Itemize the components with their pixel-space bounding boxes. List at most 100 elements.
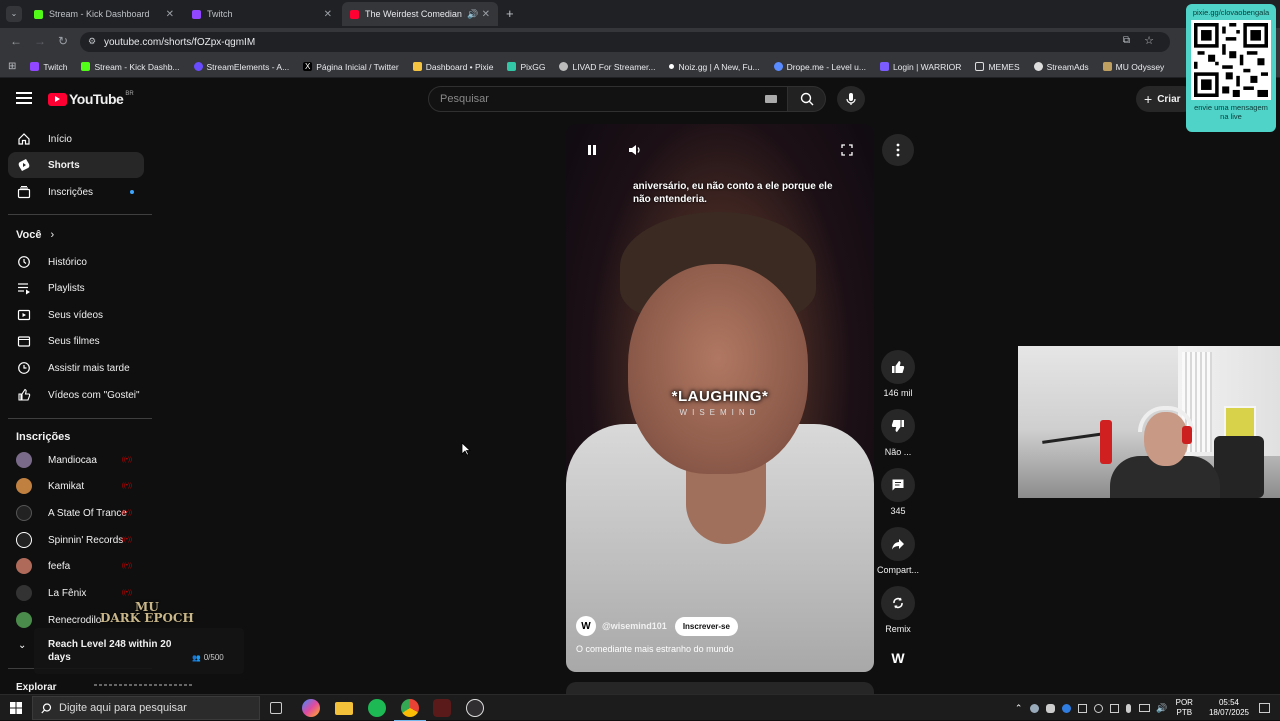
taskbar-search-input[interactable]: Digite aqui para pesquisar	[32, 696, 260, 720]
tray-overflow-icon[interactable]: ⌃	[1015, 703, 1023, 714]
dislike-action[interactable]: Não ...	[876, 409, 920, 457]
system-tray: ⌃ 🔊 POR PTB 05:54 18/07/2025	[1015, 695, 1280, 721]
bookmark-item[interactable]: MU Odyssey	[1102, 62, 1164, 72]
you-section-heading[interactable]: Você ›	[16, 229, 54, 241]
dislike-button[interactable]	[881, 409, 915, 443]
microphone-tray-icon[interactable]	[1126, 703, 1132, 713]
show-more-chevron-icon[interactable]: ⌄	[18, 640, 26, 651]
bookmark-item[interactable]: Dashboard • Pixie	[412, 62, 493, 72]
discord-tray-icon[interactable]	[1046, 703, 1056, 713]
volume-button[interactable]	[625, 140, 645, 160]
windows-start-icon[interactable]	[10, 702, 22, 714]
sidebar-item-shorts[interactable]: Shorts	[8, 152, 144, 178]
bookmark-star-icon[interactable]: ☆	[1144, 34, 1154, 47]
copilot-icon[interactable]	[302, 699, 320, 717]
close-icon[interactable]: ✕	[166, 9, 174, 20]
notifications-icon[interactable]	[1259, 703, 1270, 713]
channel-badge[interactable]: W	[889, 650, 907, 666]
subscription-channel[interactable]: Spinnin' Records ((•))	[8, 527, 144, 553]
forward-icon[interactable]: →	[34, 34, 46, 48]
install-icon[interactable]: ⧉	[1123, 35, 1130, 46]
channel-avatar[interactable]: W	[576, 616, 596, 636]
comments-button[interactable]	[881, 468, 915, 502]
taskbar-clock[interactable]: 05:54 18/07/2025	[1209, 698, 1249, 718]
sidebar-item-your-movies[interactable]: Seus filmes	[8, 328, 144, 354]
search-input[interactable]: Pesquisar	[428, 86, 788, 112]
new-tab-button[interactable]: +	[506, 6, 514, 21]
close-icon[interactable]: ✕	[324, 9, 332, 20]
qr-message: envie uma mensagem na live	[1194, 103, 1268, 121]
steam-tray-icon[interactable]	[1030, 703, 1040, 713]
bookmark-item[interactable]: StreamAds	[1033, 62, 1089, 72]
remix-button[interactable]	[881, 586, 915, 620]
tray-app-icon[interactable]	[1110, 703, 1120, 713]
site-info-icon[interactable]: ⚙	[88, 36, 96, 47]
tray-app-icon[interactable]	[1078, 703, 1088, 713]
comments-action[interactable]: 345	[876, 468, 920, 516]
bookmark-item[interactable]: PixGG	[507, 62, 545, 72]
subscription-channel[interactable]: Mandiocaa ((•))	[8, 447, 144, 473]
bookmark-item[interactable]: Twitch	[30, 62, 67, 72]
speaker-icon[interactable]: 🔊	[467, 9, 478, 20]
voice-search-button[interactable]	[837, 86, 865, 112]
video-title[interactable]: O comediante mais estranho do mundo	[576, 644, 734, 654]
obs-icon[interactable]	[466, 699, 484, 717]
fullscreen-button[interactable]	[837, 140, 857, 160]
sidebar-item-history[interactable]: Histórico	[8, 249, 144, 275]
apps-icon[interactable]: ⊞	[8, 61, 16, 72]
sidebar-item-subscriptions[interactable]: Inscrições	[8, 179, 144, 205]
divider	[8, 214, 152, 215]
your-videos-icon	[16, 307, 32, 323]
pause-button[interactable]	[582, 140, 602, 160]
headphone-ear	[1182, 426, 1192, 444]
spotify-icon[interactable]	[368, 699, 386, 717]
more-options-button[interactable]	[882, 134, 914, 166]
bluetooth-tray-icon[interactable]	[1062, 703, 1072, 713]
tab-twitch[interactable]: Twitch ✕	[184, 2, 340, 26]
subscription-channel[interactable]: feefa ((•))	[8, 553, 144, 579]
like-action[interactable]: 146 mil	[876, 350, 920, 398]
chrome-icon[interactable]	[401, 699, 419, 717]
tab-search-icon[interactable]: ⌄	[6, 6, 22, 22]
remix-action[interactable]: Remix	[876, 586, 920, 634]
subscribe-button[interactable]: Inscrever-se	[674, 616, 738, 636]
bookmark-item[interactable]: Drope.me - Level u...	[773, 62, 866, 72]
tab-kick-dashboard[interactable]: Stream - Kick Dashboard ✕	[26, 2, 182, 26]
bookmark-item[interactable]: Stream - Kick Dashb...	[81, 62, 180, 72]
input-language[interactable]: POR PTB	[1176, 698, 1193, 718]
like-button[interactable]	[881, 350, 915, 384]
subscription-channel[interactable]: Kamikat ((•))	[8, 473, 144, 499]
url-field[interactable]: ⚙ youtube.com/shorts/fOZpx-qgmIM ⧉ ☆	[80, 32, 1170, 52]
reload-icon[interactable]: ↻	[58, 34, 68, 48]
bookmark-item[interactable]: Noiz.gg | A New, Fu...	[669, 62, 760, 72]
bookmark-item[interactable]: Login | WARRIOR	[879, 62, 961, 72]
share-action[interactable]: Compart...	[876, 527, 920, 575]
sidebar-item-liked-videos[interactable]: Vídeos com "Gostei"	[8, 382, 144, 408]
search-button[interactable]	[788, 86, 826, 112]
bookmark-item[interactable]: X Página Inicial / Twitter	[303, 62, 399, 72]
bookmark-item[interactable]: StreamElements - A...	[193, 62, 289, 72]
channel-name[interactable]: @wisemind101	[602, 621, 667, 631]
subscription-channel[interactable]: A State Of Trance ((•))	[8, 500, 144, 526]
tab-youtube-short[interactable]: The Weirdest Comedian in 🔊 ✕	[342, 2, 498, 26]
sidebar-item-home[interactable]: Início	[8, 126, 144, 152]
sidebar-item-playlists[interactable]: Playlists	[8, 275, 144, 301]
bookmark-item[interactable]: LIVAD For Streamer...	[559, 62, 655, 72]
sidebar-item-watch-later[interactable]: Assistir mais tarde	[8, 355, 144, 381]
file-explorer-icon[interactable]	[335, 702, 353, 715]
bookmark-item[interactable]: MEMES	[975, 62, 1020, 72]
task-view-icon[interactable]	[270, 702, 282, 714]
game-app-icon[interactable]	[433, 699, 451, 717]
back-icon[interactable]: ←	[10, 34, 22, 48]
tray-app-icon[interactable]	[1094, 703, 1104, 713]
short-video-player[interactable]: aniversário, eu não conto a ele porque e…	[566, 124, 874, 672]
close-icon[interactable]: ✕	[482, 9, 490, 20]
sidebar-item-your-videos[interactable]: Seus vídeos	[8, 302, 144, 328]
share-button[interactable]	[881, 527, 915, 561]
next-short-preview[interactable]	[566, 682, 874, 694]
volume-tray-icon[interactable]: 🔊	[1156, 703, 1167, 714]
keyboard-icon[interactable]	[765, 95, 777, 103]
network-icon[interactable]	[1139, 704, 1151, 712]
youtube-logo[interactable]: YouTube BR	[48, 91, 134, 107]
menu-icon[interactable]	[16, 92, 32, 104]
